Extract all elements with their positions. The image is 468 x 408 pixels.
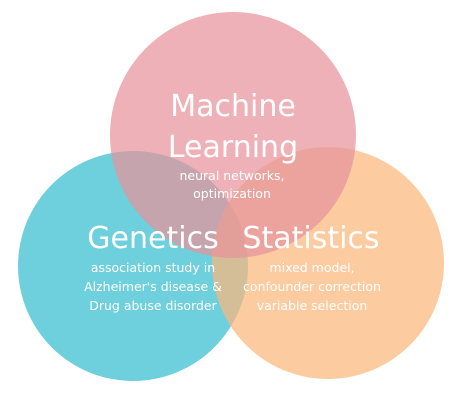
- statistics-title: Statistics: [242, 221, 379, 256]
- statistics-desc-line3: variable selection: [257, 298, 368, 313]
- genetics-title: Genetics: [87, 221, 218, 256]
- machine-learning-title-line1: Machine: [170, 89, 296, 124]
- venn-diagram: Machine Learning neural networks, optimi…: [18, 12, 444, 381]
- machine-learning-desc-line2: optimization: [193, 186, 271, 201]
- genetics-desc-line1: association study in: [91, 260, 215, 275]
- genetics-desc-line3: Drug abuse disorder: [89, 298, 217, 313]
- machine-learning-title-line2: Learning: [168, 130, 298, 165]
- machine-learning-desc-line1: neural networks,: [179, 168, 284, 183]
- genetics-desc-line2: Alzheimer's disease &: [84, 279, 222, 294]
- statistics-desc-line2: confounder correction: [243, 279, 381, 294]
- statistics-desc-line1: mixed model,: [269, 260, 354, 275]
